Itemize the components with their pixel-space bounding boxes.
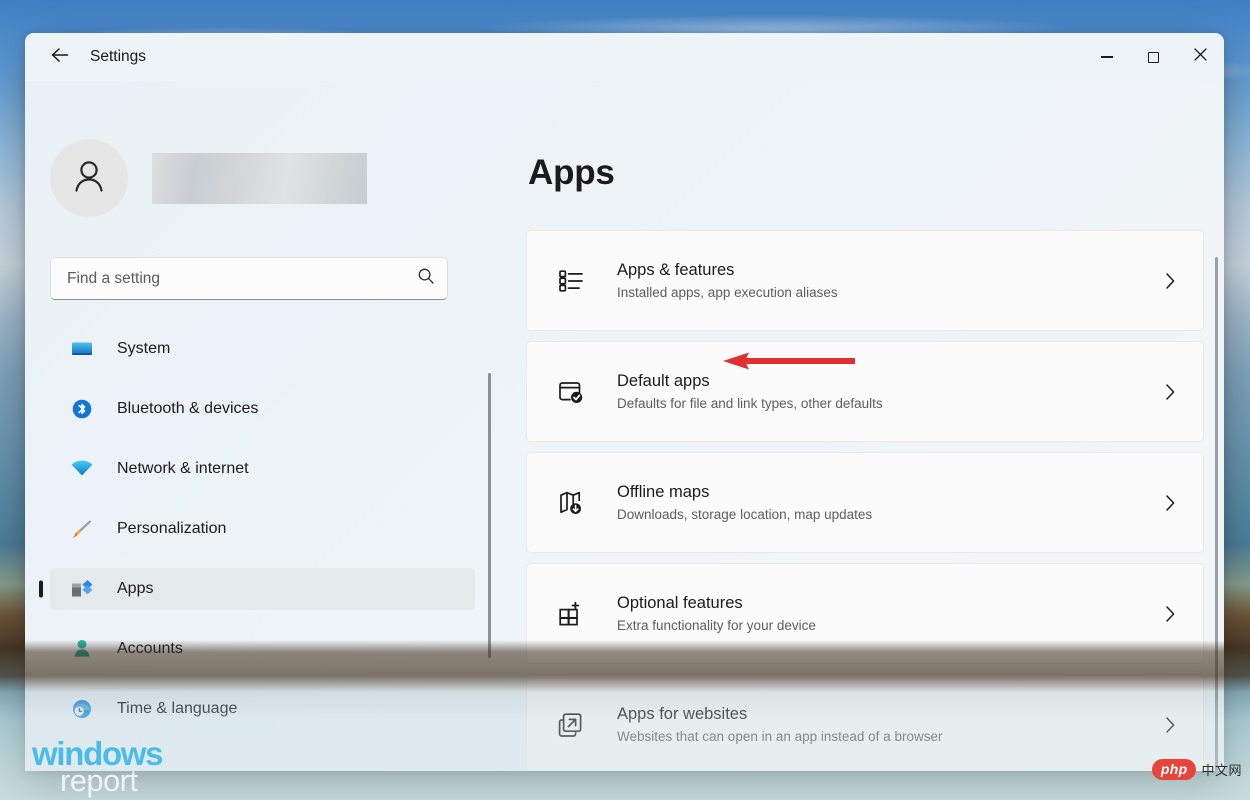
card-apps-for-websites[interactable]: Apps for websites Websites that can open… (526, 674, 1204, 771)
sidebar-item-system[interactable]: System (50, 328, 475, 370)
card-title: Optional features (617, 592, 1164, 614)
sidebar-item-label: Apps (117, 580, 153, 598)
card-description: Installed apps, app execution aliases (617, 284, 1164, 302)
monitor-icon (69, 338, 95, 360)
back-button[interactable] (42, 40, 76, 74)
main-scrollbar[interactable] (1215, 257, 1218, 771)
card-description: Defaults for file and link types, other … (617, 395, 1164, 413)
maximize-button[interactable] (1130, 33, 1177, 81)
account-person-icon (69, 638, 95, 660)
paintbrush-icon (69, 518, 95, 540)
settings-window: Settings (25, 33, 1224, 771)
page-title: Apps (528, 153, 1211, 193)
grid-plus-icon (555, 598, 587, 630)
sidebar-item-time-language[interactable]: Time & language (50, 688, 475, 730)
window-controls (1083, 33, 1224, 81)
card-text: Apps & features Installed apps, app exec… (617, 259, 1164, 302)
sidebar-item-label: Personalization (117, 520, 226, 538)
sidebar: System Bluetooth & devices (25, 81, 503, 771)
sidebar-item-network-internet[interactable]: Network & internet (50, 448, 475, 490)
chevron-right-icon (1164, 271, 1183, 291)
settings-card-list: Apps & features Installed apps, app exec… (526, 230, 1204, 771)
account-name-redacted (152, 153, 367, 204)
card-title: Apps & features (617, 259, 1164, 281)
watermark-line-2: report (60, 768, 162, 795)
list-bullets-icon (555, 265, 587, 297)
window-check-icon (555, 376, 587, 408)
sidebar-item-bluetooth-devices[interactable]: Bluetooth & devices (50, 388, 475, 430)
window-titlebar: Settings (25, 33, 1224, 81)
desktop-wallpaper: Settings (0, 0, 1250, 800)
maximize-icon (1148, 52, 1159, 63)
minimize-icon (1101, 56, 1113, 58)
card-text: Default apps Defaults for file and link … (617, 370, 1164, 413)
sidebar-item-label: Time & language (117, 700, 237, 718)
card-title: Offline maps (617, 481, 1164, 503)
card-description: Downloads, storage location, map updates (617, 506, 1164, 524)
sidebar-item-label: Bluetooth & devices (117, 400, 258, 418)
search-input[interactable] (67, 270, 417, 288)
card-description: Extra functionality for your device (617, 617, 1164, 635)
person-avatar-icon (68, 155, 110, 202)
chevron-right-icon (1164, 604, 1183, 624)
account-profile[interactable] (50, 139, 503, 217)
main-content: Apps (503, 81, 1224, 771)
window-body: System Bluetooth & devices (25, 81, 1224, 771)
sidebar-scrollbar[interactable] (488, 373, 491, 658)
sidebar-item-personalization[interactable]: Personalization (50, 508, 475, 550)
close-icon (1194, 48, 1207, 66)
sidebar-item-accounts[interactable]: Accounts (50, 628, 475, 670)
sidebar-item-label: Accounts (117, 640, 183, 658)
external-window-icon (555, 709, 587, 741)
card-optional-features[interactable]: Optional features Extra functionality fo… (526, 563, 1204, 664)
card-title: Default apps (617, 370, 1164, 392)
apps-icon (69, 578, 95, 600)
search-icon[interactable] (417, 267, 435, 290)
sidebar-item-apps[interactable]: Apps (50, 568, 475, 610)
card-apps-and-features[interactable]: Apps & features Installed apps, app exec… (526, 230, 1204, 331)
sidebar-nav: System Bluetooth & devices (50, 328, 475, 748)
card-description: Websites that can open in an app instead… (617, 728, 1164, 746)
card-offline-maps[interactable]: Offline maps Downloads, storage location… (526, 452, 1204, 553)
map-download-icon (555, 487, 587, 519)
chevron-right-icon (1164, 715, 1183, 735)
minimize-button[interactable] (1083, 33, 1130, 81)
sidebar-item-label: Network & internet (117, 460, 249, 478)
card-text: Offline maps Downloads, storage location… (617, 481, 1164, 524)
avatar (50, 139, 128, 217)
bluetooth-icon (69, 398, 95, 420)
sidebar-item-label: System (117, 340, 170, 358)
card-default-apps[interactable]: Default apps Defaults for file and link … (526, 341, 1204, 442)
wifi-icon (69, 458, 95, 480)
search-box[interactable] (50, 257, 448, 300)
close-button[interactable] (1177, 33, 1224, 81)
card-title: Apps for websites (617, 703, 1164, 725)
window-title: Settings (90, 48, 146, 66)
card-text: Optional features Extra functionality fo… (617, 592, 1164, 635)
card-text: Apps for websites Websites that can open… (617, 703, 1164, 746)
chevron-right-icon (1164, 493, 1183, 513)
back-arrow-icon (50, 47, 69, 68)
clock-globe-icon (69, 698, 95, 720)
chevron-right-icon (1164, 382, 1183, 402)
